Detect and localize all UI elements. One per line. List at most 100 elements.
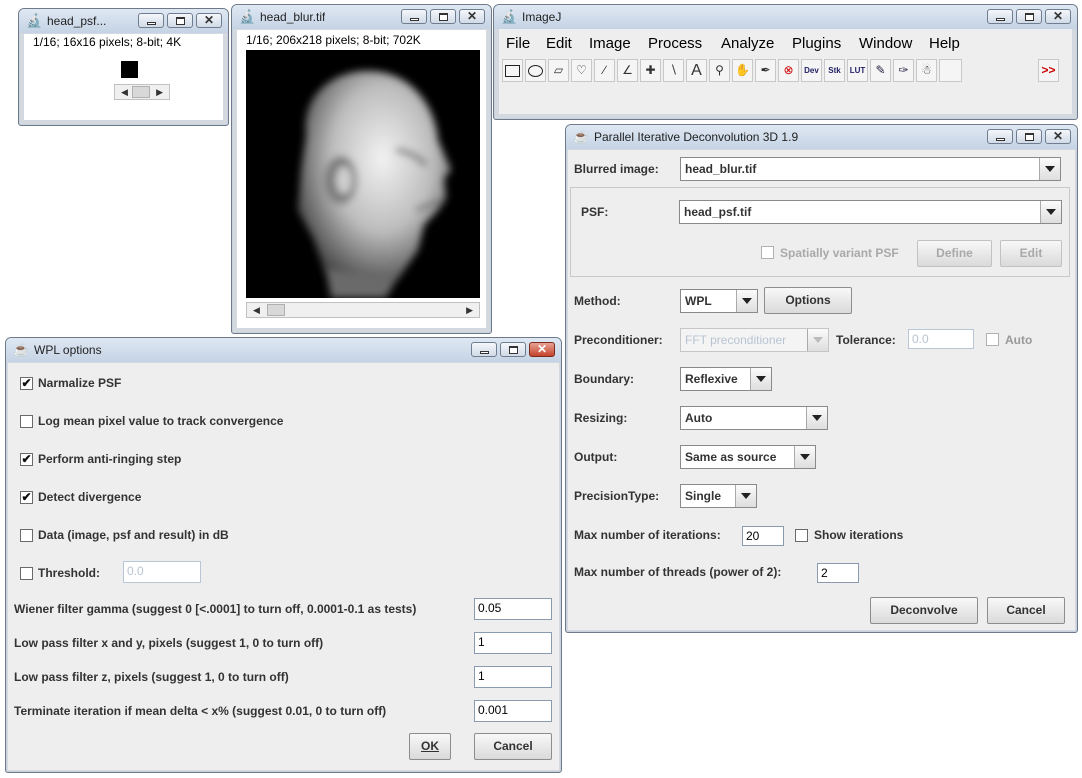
edit-button[interactable]: Edit: [1000, 240, 1062, 267]
show-iterations-checkbox[interactable]: [795, 529, 808, 542]
close-icon[interactable]: ✕: [459, 9, 485, 24]
freehand-tool-icon[interactable]: ♡: [571, 59, 592, 82]
oval-tool-icon[interactable]: [525, 59, 546, 82]
detect-divergence-checkbox[interactable]: ✔: [20, 491, 33, 504]
close-icon[interactable]: ✕: [1045, 9, 1071, 24]
cancel-button[interactable]: Cancel: [474, 733, 552, 760]
method-select[interactable]: WPL: [680, 289, 758, 313]
threshold-input[interactable]: 0.0: [123, 561, 201, 583]
maximize-icon[interactable]: [500, 342, 526, 357]
title-bar[interactable]: 🔬 head_blur.tif ✕: [232, 5, 491, 29]
lut-tool-icon[interactable]: LUT: [847, 59, 868, 82]
line-tool-icon[interactable]: ∕: [594, 59, 615, 82]
polygon-tool-icon[interactable]: ▱: [548, 59, 569, 82]
data-in-db-checkbox[interactable]: [20, 529, 33, 542]
title-bar[interactable]: 🔬 head_psf... ✕: [19, 9, 228, 33]
menu-edit[interactable]: Edit: [546, 35, 572, 52]
max-iterations-input[interactable]: 20: [742, 526, 784, 546]
scroll-thumb[interactable]: [132, 86, 150, 98]
blurred-image-select[interactable]: head_blur.tif: [680, 157, 1061, 181]
menu-plugins[interactable]: Plugins: [792, 35, 841, 52]
angle-tool-icon[interactable]: ∠: [617, 59, 638, 82]
brush-tool-icon[interactable]: ✑: [893, 59, 914, 82]
deconvolution-dialog[interactable]: ☕ Parallel Iterative Deconvolution 3D 1.…: [565, 124, 1078, 633]
stk-tool-icon[interactable]: Stk: [824, 59, 845, 82]
minimize-icon[interactable]: [987, 129, 1013, 144]
menu-help[interactable]: Help: [929, 35, 960, 52]
normalize-psf-checkbox[interactable]: ✔: [20, 377, 33, 390]
terminate-iteration-input[interactable]: 0.001: [474, 700, 552, 722]
deconvolve-button[interactable]: Deconvolve: [870, 597, 978, 624]
dropdown-arrow-icon[interactable]: [1039, 158, 1060, 180]
close-icon[interactable]: ✕: [196, 13, 222, 28]
preconditioner-select[interactable]: FFT preconditioner: [680, 328, 829, 352]
more-tools-icon[interactable]: >>: [1038, 59, 1059, 82]
wand-tool-icon[interactable]: ∖: [663, 59, 684, 82]
minimize-icon[interactable]: [471, 342, 497, 357]
minimize-icon[interactable]: [138, 13, 164, 28]
psf-image-window[interactable]: 🔬 head_psf... ✕ 1/16; 16x16 pixels; 8-bi…: [18, 8, 229, 126]
auto-checkbox[interactable]: [986, 333, 999, 346]
hand-tool-icon[interactable]: ✋: [732, 59, 753, 82]
options-button[interactable]: Options: [764, 287, 852, 314]
menu-image[interactable]: Image: [589, 35, 631, 52]
threshold-checkbox[interactable]: [20, 567, 33, 580]
menu-file[interactable]: File: [506, 35, 530, 52]
title-bar[interactable]: ☕ WPL options ✕: [6, 338, 561, 362]
scroll-right-icon[interactable]: ▶: [156, 87, 163, 98]
scroll-left-icon[interactable]: ◀: [253, 305, 260, 316]
dev-tool-icon[interactable]: Dev: [801, 59, 822, 82]
psf-image-canvas[interactable]: [121, 61, 138, 78]
blur-image-window[interactable]: 🔬 head_blur.tif ✕ 1/16; 206x218 pixels; …: [231, 4, 492, 334]
output-select[interactable]: Same as source: [680, 445, 816, 469]
horizontal-scrollbar[interactable]: ◀ ▶: [246, 302, 480, 318]
define-button[interactable]: Define: [917, 240, 992, 267]
dropdown-arrow-icon[interactable]: [750, 368, 771, 390]
color-picker-tool-icon[interactable]: ✒: [755, 59, 776, 82]
low-pass-z-input[interactable]: 1: [474, 666, 552, 688]
pencil-tool-icon[interactable]: ✎: [870, 59, 891, 82]
dropdown-arrow-icon[interactable]: [807, 329, 828, 351]
imagej-main-window[interactable]: 🔬 ImageJ ✕ File Edit Image Process Analy…: [493, 4, 1078, 120]
tolerance-input[interactable]: 0.0: [908, 329, 974, 349]
dropdown-arrow-icon[interactable]: [736, 290, 757, 312]
ok-button[interactable]: OK: [409, 733, 451, 760]
anti-ringing-checkbox[interactable]: ✔: [20, 453, 33, 466]
max-threads-input[interactable]: 2: [817, 563, 859, 583]
log-mean-checkbox[interactable]: [20, 415, 33, 428]
close-icon[interactable]: ✕: [529, 342, 555, 357]
menu-process[interactable]: Process: [648, 35, 702, 52]
dropdown-arrow-icon[interactable]: [794, 446, 815, 468]
boundary-select[interactable]: Reflexive: [680, 367, 772, 391]
scroll-left-icon[interactable]: ◀: [121, 87, 128, 98]
menu-analyze[interactable]: Analyze: [721, 35, 774, 52]
maximize-icon[interactable]: [430, 9, 456, 24]
maximize-icon[interactable]: [167, 13, 193, 28]
scroll-right-icon[interactable]: ▶: [466, 305, 473, 316]
wiener-gamma-input[interactable]: 0.05: [474, 598, 552, 620]
dropdown-arrow-icon[interactable]: [1040, 201, 1061, 223]
head-blur-image-canvas[interactable]: [246, 50, 480, 298]
magnifier-tool-icon[interactable]: ⚲: [709, 59, 730, 82]
title-bar[interactable]: ☕ Parallel Iterative Deconvolution 3D 1.…: [566, 125, 1077, 149]
scroll-thumb[interactable]: [267, 304, 285, 316]
point-tool-icon[interactable]: ✚: [640, 59, 661, 82]
low-pass-xy-input[interactable]: 1: [474, 632, 552, 654]
text-tool-icon[interactable]: A: [686, 59, 707, 82]
spatially-variant-psf-checkbox[interactable]: [761, 246, 774, 259]
maximize-icon[interactable]: [1016, 9, 1042, 24]
wpl-options-dialog[interactable]: ☕ WPL options ✕ ✔ Narmalize PSF Log mean…: [5, 337, 562, 773]
macro-tool-icon[interactable]: ⊗: [778, 59, 799, 82]
resizing-select[interactable]: Auto: [680, 406, 828, 430]
title-bar[interactable]: 🔬 ImageJ ✕: [494, 5, 1077, 29]
minimize-icon[interactable]: [401, 9, 427, 24]
rectangle-tool-icon[interactable]: [502, 59, 523, 82]
precision-type-select[interactable]: Single: [680, 484, 757, 508]
dropdown-arrow-icon[interactable]: [735, 485, 756, 507]
close-icon[interactable]: ✕: [1045, 129, 1071, 144]
psf-select[interactable]: head_psf.tif: [679, 200, 1062, 224]
maximize-icon[interactable]: [1016, 129, 1042, 144]
menu-window[interactable]: Window: [859, 35, 912, 52]
horizontal-scrollbar[interactable]: ◀ ▶: [114, 84, 170, 100]
cancel-button[interactable]: Cancel: [987, 597, 1065, 624]
